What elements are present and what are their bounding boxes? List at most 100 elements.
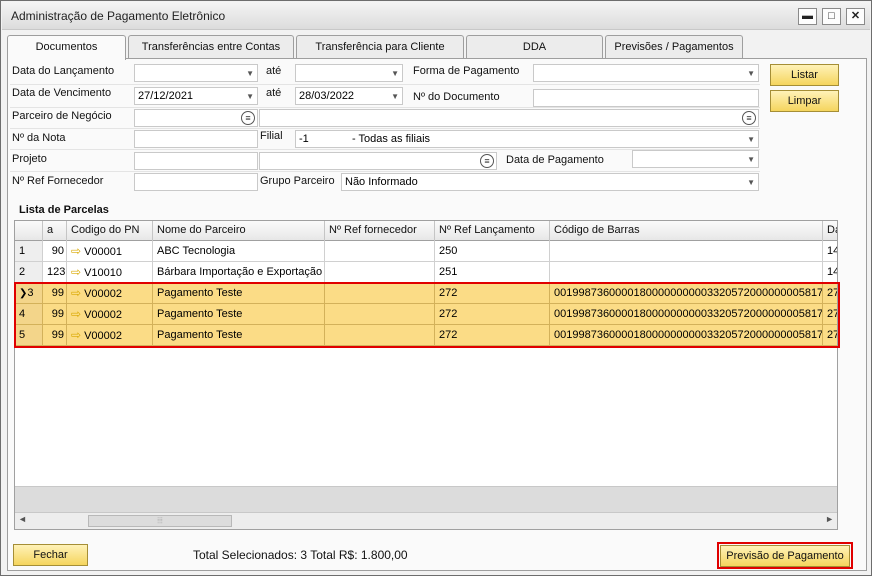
tab-previsoes[interactable]: Previsões / Pagamentos — [605, 35, 743, 58]
projeto-name-field[interactable]: ≡ — [259, 152, 497, 170]
cell-codigo-barras — [550, 262, 823, 283]
window-title: Administração de Pagamento Eletrônico — [11, 9, 226, 23]
parceiro-code-field[interactable]: ≡ — [134, 109, 258, 127]
no-documento-field[interactable] — [533, 89, 759, 107]
table-row[interactable]: 2 123 ⇨ V10010 Bárbara Importação e Expor… — [15, 262, 837, 283]
col-ref-lancamento[interactable]: Nº Ref Lançamento — [435, 221, 550, 241]
cell-ref-fornecedor — [325, 241, 435, 262]
cell-nome: Bárbara Importação e Exportação — [153, 262, 325, 283]
data-vencimento-from-field[interactable]: 27/12/2021 ▼ — [134, 87, 258, 105]
col-codigo-pn[interactable]: Codigo do PN — [67, 221, 153, 241]
table-row[interactable]: 1 90 ⇨V00001 ABC Tecnologia 250 14 — [15, 241, 837, 262]
limpar-button[interactable]: Limpar — [770, 90, 839, 112]
list-icon[interactable]: ≡ — [241, 111, 255, 125]
ref-fornecedor-label: Nº Ref Fornecedor — [12, 175, 104, 187]
filial-select[interactable]: -1 - Todas as filiais ▼ — [295, 130, 759, 148]
total-selecionados: Total Selecionados: 3 Total R$: 1.800,00 — [193, 548, 408, 562]
chevron-down-icon[interactable]: ▼ — [747, 175, 755, 190]
cell-nome: ABC Tecnologia — [153, 241, 325, 262]
divider — [10, 171, 760, 172]
projeto-code-field[interactable] — [134, 152, 258, 170]
filial-label: Filial — [260, 130, 283, 142]
ate-label-2: até — [266, 87, 282, 99]
row-number[interactable]: 2 — [15, 262, 43, 283]
chevron-down-icon[interactable]: ▼ — [391, 66, 399, 81]
filial-code: -1 — [299, 133, 309, 145]
data-vencimento-from-value: 27/12/2021 — [138, 90, 194, 102]
parceiro-label: Parceiro de Negócio — [12, 110, 112, 122]
tab-dda[interactable]: DDA — [466, 35, 603, 58]
data-vencimento-to-field[interactable]: 28/03/2022 ▼ — [295, 87, 403, 105]
no-documento-label: Nº do Documento — [413, 91, 500, 103]
cell-da: 14 — [823, 241, 837, 262]
grid-header: a Codigo do PN Nome do Parceiro Nº Ref f… — [15, 221, 837, 241]
tab-transferencias-contas[interactable]: Transferências entre Contas — [128, 35, 294, 58]
scroll-right-icon[interactable]: ► — [825, 514, 834, 524]
chevron-down-icon[interactable]: ▼ — [246, 89, 254, 104]
scroll-left-icon[interactable]: ◄ — [18, 514, 27, 524]
cell-ref-lancamento: 251 — [435, 262, 550, 283]
forma-pagamento-label: Forma de Pagamento — [413, 65, 520, 77]
grupo-parceiro-value: Não Informado — [345, 176, 418, 188]
chevron-down-icon[interactable]: ▼ — [747, 66, 755, 81]
data-pagamento-field[interactable]: ▼ — [632, 150, 759, 168]
data-vencimento-label: Data de Vencimento — [12, 87, 112, 99]
title-bar: Administração de Pagamento Eletrônico ▬ … — [2, 2, 870, 30]
list-icon[interactable]: ≡ — [742, 111, 756, 125]
previsao-pagamento-button[interactable]: Previsão de Pagamento — [720, 545, 850, 567]
link-arrow-icon[interactable]: ⇨ — [71, 244, 81, 258]
chevron-down-icon[interactable]: ▼ — [747, 152, 755, 167]
divider — [10, 84, 760, 85]
col-a[interactable]: a — [43, 221, 67, 241]
fechar-button[interactable]: Fechar — [13, 544, 88, 566]
chevron-down-icon[interactable]: ▼ — [246, 66, 254, 81]
projeto-label: Projeto — [12, 153, 47, 165]
grid-summary-bar — [15, 486, 837, 512]
col-codigo-barras[interactable]: Código de Barras — [550, 221, 823, 241]
parceiro-name-field[interactable]: ≡ — [259, 109, 759, 127]
col-da[interactable]: Da — [823, 221, 837, 241]
app-window: Administração de Pagamento Eletrônico ▬ … — [0, 0, 872, 576]
data-lancamento-label: Data do Lançamento — [12, 65, 115, 77]
cell-codigo-pn: ⇨ V10010 — [67, 262, 153, 283]
scroll-thumb[interactable]: ⦙⦙⦙ — [88, 515, 232, 527]
maximize-button[interactable]: □ — [822, 8, 841, 25]
data-pagamento-label: Data de Pagamento — [506, 154, 604, 166]
cell-codigo-pn: ⇨ V00001 — [67, 241, 153, 262]
chevron-down-icon[interactable]: ▼ — [747, 132, 755, 147]
no-nota-field[interactable] — [134, 130, 258, 148]
cell-ref-lancamento: 250 — [435, 241, 550, 262]
data-vencimento-to-value: 28/03/2022 — [299, 90, 355, 102]
listar-button[interactable]: Listar — [770, 64, 839, 86]
data-lancamento-from-field[interactable]: ▼ — [134, 64, 258, 82]
parcelas-grid[interactable]: a Codigo do PN Nome do Parceiro Nº Ref f… — [14, 220, 838, 530]
filial-value: - Todas as filiais — [352, 133, 431, 145]
row-number[interactable]: 1 — [15, 241, 43, 262]
grid-title: Lista de Parcelas — [19, 204, 109, 216]
col-rownum — [15, 221, 43, 241]
cell-da: 14 — [823, 262, 837, 283]
tab-documentos[interactable]: Documentos — [7, 35, 126, 60]
chevron-down-icon[interactable]: ▼ — [391, 89, 399, 104]
forma-pagamento-select[interactable]: ▼ — [533, 64, 759, 82]
minimize-button[interactable]: ▬ — [798, 8, 817, 25]
col-nome-parceiro[interactable]: Nome do Parceiro — [153, 221, 325, 241]
grupo-parceiro-label: Grupo Parceiro — [260, 175, 335, 187]
grupo-parceiro-select[interactable]: Não Informado ▼ — [341, 173, 759, 191]
cell-a: 123 — [43, 262, 67, 283]
list-icon[interactable]: ≡ — [480, 154, 494, 168]
no-nota-label: Nº da Nota — [12, 132, 66, 144]
ref-fornecedor-field[interactable] — [134, 173, 258, 191]
close-button[interactable]: ✕ — [846, 8, 865, 25]
cell-a: 90 — [43, 241, 67, 262]
col-ref-fornecedor[interactable]: Nº Ref fornecedor — [325, 221, 435, 241]
cell-codigo-barras — [550, 241, 823, 262]
tab-transferencia-cliente[interactable]: Transferência para Cliente — [296, 35, 464, 58]
horizontal-scrollbar[interactable]: ◄ ⦙⦙⦙ ► — [15, 512, 837, 529]
cell-ref-fornecedor — [325, 262, 435, 283]
tab-bar: Documentos Transferências entre Contas T… — [7, 35, 867, 60]
pn-code: V00001 — [84, 246, 122, 258]
pn-code: V10010 — [84, 267, 122, 279]
data-lancamento-to-field[interactable]: ▼ — [295, 64, 403, 82]
link-arrow-icon[interactable]: ⇨ — [71, 265, 81, 279]
